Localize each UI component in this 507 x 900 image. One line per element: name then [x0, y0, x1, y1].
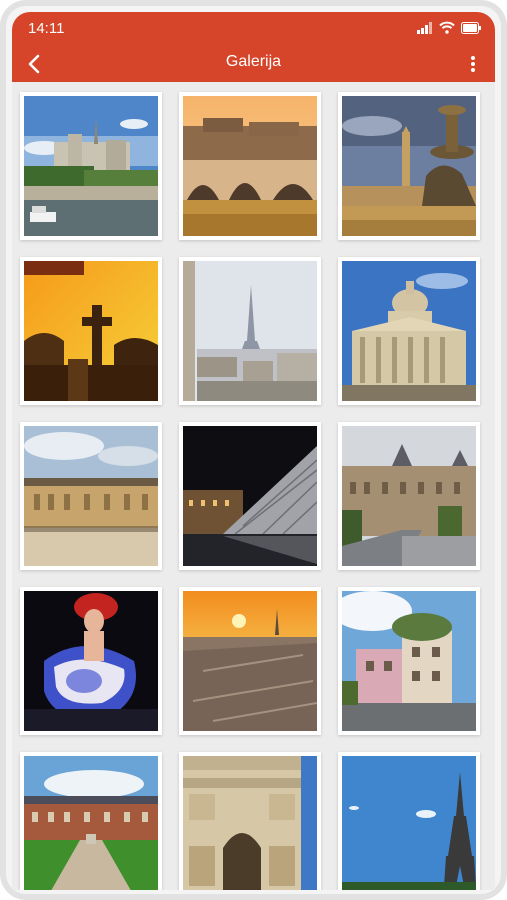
wifi-icon — [439, 21, 455, 34]
status-time: 14:11 — [28, 20, 65, 37]
photo-eiffel-tower — [342, 756, 476, 890]
gallery-item[interactable] — [179, 92, 321, 240]
gallery-item[interactable] — [20, 422, 162, 570]
gallery-item[interactable] — [20, 257, 162, 405]
photo-gallery[interactable] — [12, 82, 495, 890]
photo-arc-de-triomphe — [183, 756, 317, 890]
gallery-item[interactable] — [179, 257, 321, 405]
photo-paris-skyline-sunset — [183, 591, 317, 731]
status-icons — [417, 21, 481, 34]
photo-pont-neuf — [183, 96, 317, 236]
gallery-item[interactable] — [338, 752, 480, 890]
photo-cemetery-cross — [24, 261, 158, 401]
gallery-item[interactable] — [338, 92, 480, 240]
battery-icon — [461, 21, 481, 34]
photo-concorde-fountain — [342, 96, 476, 236]
phone-frame: 14:11 Galerija — [0, 0, 507, 900]
photo-pantheon — [342, 261, 476, 401]
app-bar: 14:11 Galerija — [12, 12, 495, 82]
gallery-item[interactable] — [179, 587, 321, 735]
gallery-item[interactable] — [338, 422, 480, 570]
gallery-item[interactable] — [338, 587, 480, 735]
more-options-button[interactable] — [461, 50, 485, 78]
photo-versailles — [24, 426, 158, 566]
photo-louvre-pyramid — [183, 426, 317, 566]
signal-icon — [417, 21, 432, 34]
photo-cancan-dancer — [24, 591, 158, 731]
gallery-item[interactable] — [179, 752, 321, 890]
photo-place-des-vosges — [24, 756, 158, 890]
photo-eiffel-haze — [183, 261, 317, 401]
more-vertical-icon — [471, 56, 475, 72]
gallery-item[interactable] — [20, 587, 162, 735]
gallery-item[interactable] — [338, 257, 480, 405]
photo-louvre-courtyard — [342, 426, 476, 566]
gallery-item[interactable] — [20, 752, 162, 890]
gallery-item[interactable] — [20, 92, 162, 240]
photo-montmartre-house — [342, 591, 476, 731]
photo-notre-dame — [24, 96, 158, 236]
page-title: Galerija — [225, 53, 282, 70]
gallery-item[interactable] — [179, 422, 321, 570]
